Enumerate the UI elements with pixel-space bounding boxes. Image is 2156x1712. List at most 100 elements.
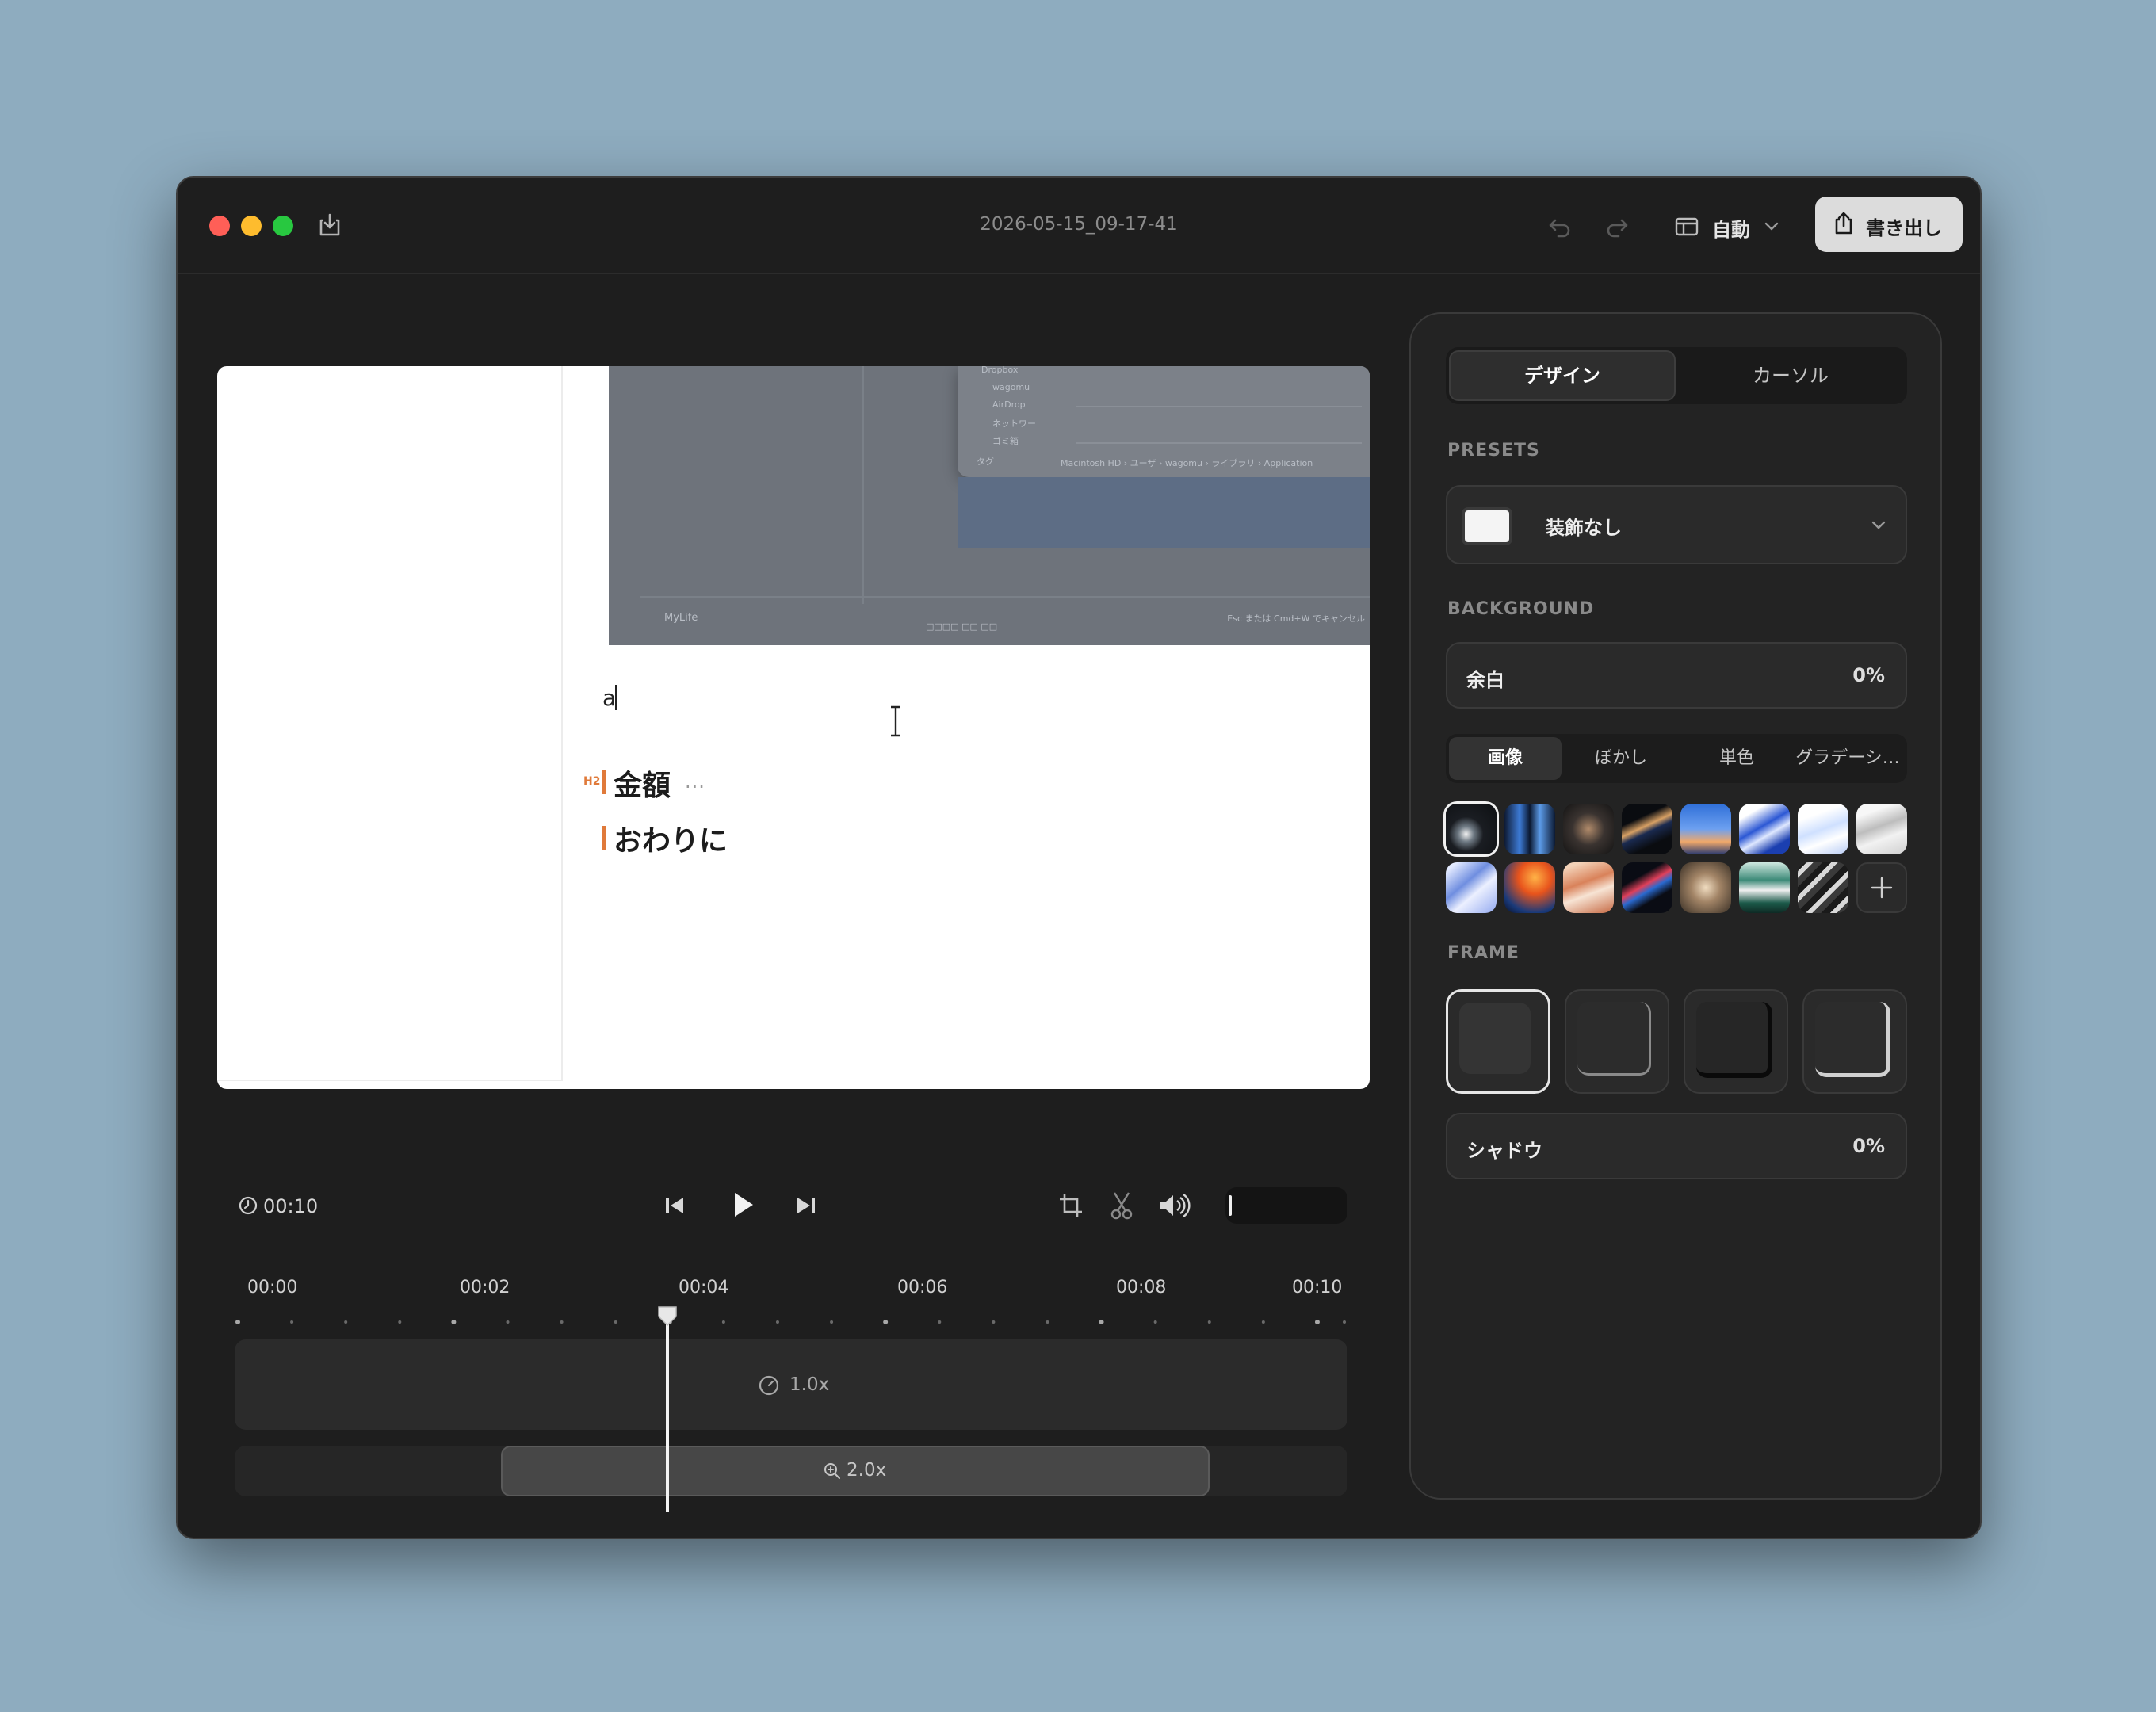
crop-icon[interactable]	[1057, 1192, 1084, 1219]
document-sidebar-pane	[217, 366, 563, 1081]
tab-design[interactable]: デザイン	[1449, 350, 1676, 401]
inspector-panel: デザイン カーソル PRESETS 装飾なし BACKGROUND 余白 0% …	[1409, 312, 1942, 1500]
screenshot-left-pane	[640, 366, 864, 604]
redo-icon[interactable]	[1603, 212, 1631, 241]
wallpaper-thumbnail[interactable]	[1504, 862, 1555, 913]
wallpaper-thumbnail[interactable]	[1680, 862, 1731, 913]
duration-label: 00:10	[263, 1195, 319, 1217]
shadow-label: シャドウ	[1466, 1140, 1542, 1162]
ruler-tick	[992, 1320, 996, 1324]
export-button-label: 書き出し	[1866, 217, 1942, 239]
wallpaper-thumbnail[interactable]	[1798, 804, 1848, 854]
document-title: 2026-05-15_09-17-41	[980, 214, 1178, 235]
wallpaper-thumbnail[interactable]	[1856, 804, 1907, 854]
skip-forward-icon[interactable]	[793, 1192, 820, 1219]
zoom-label: 2.0x	[847, 1460, 887, 1481]
embedded-screenshot: Dropbox wagomu AirDrop ネットワー ゴミ箱 タグ Maci…	[609, 366, 1370, 645]
ruler-tick	[721, 1320, 725, 1324]
padding-value: 0%	[1852, 664, 1885, 686]
bg-tab-gradient[interactable]: グラデーシ…	[1791, 737, 1904, 780]
ruler-tick	[1046, 1320, 1049, 1324]
speed-track[interactable]: 1.0x	[235, 1339, 1348, 1430]
ruler-tick	[1099, 1320, 1104, 1324]
ruler-tick	[1153, 1320, 1157, 1324]
undo-icon[interactable]	[1546, 212, 1574, 241]
volume-slider[interactable]	[1225, 1187, 1348, 1224]
share-icon	[1835, 212, 1852, 235]
screenshot-text: wagomu	[992, 382, 1030, 392]
frame-option-none[interactable]	[1446, 989, 1550, 1094]
tab-cursor[interactable]: カーソル	[1677, 350, 1904, 401]
presets-section-label: PRESETS	[1447, 441, 1540, 460]
layout-mode-label[interactable]: 自動	[1712, 214, 1750, 242]
wallpaper-thumbnail[interactable]	[1739, 862, 1790, 913]
ruler-tick	[235, 1320, 240, 1324]
wallpaper-thumbnail[interactable]	[1739, 804, 1790, 854]
volume-icon[interactable]	[1157, 1190, 1191, 1221]
ruler-tick	[1207, 1320, 1211, 1324]
wallpaper-thumbnail[interactable]	[1622, 804, 1672, 854]
ruler-tick	[1261, 1320, 1265, 1324]
wallpaper-thumbnail[interactable]	[1446, 804, 1497, 854]
timeline-tick-label: 00:10	[1292, 1278, 1343, 1297]
app-window: 2026-05-15_09-17-41 自動 書き出し Dropbox wago…	[176, 176, 1982, 1539]
screenshot-text: MyLife	[664, 612, 698, 624]
background-type-tabs: 画像 ぼかし 単色 グラデーシ…	[1446, 734, 1907, 783]
shadow-slider[interactable]: シャドウ 0%	[1446, 1113, 1907, 1179]
wallpaper-thumbnail[interactable]	[1798, 862, 1848, 913]
screenshot-divider	[1076, 406, 1362, 407]
ruler-tick	[775, 1320, 779, 1324]
scissors-icon[interactable]	[1108, 1190, 1135, 1221]
chevron-down-icon[interactable]	[1763, 217, 1780, 235]
ruler-tick	[398, 1320, 402, 1324]
wallpaper-thumbnail[interactable]	[1446, 862, 1497, 913]
play-icon[interactable]	[726, 1189, 758, 1221]
ruler-tick	[883, 1320, 889, 1324]
preset-dropdown[interactable]: 装飾なし	[1446, 485, 1907, 564]
export-button[interactable]: 書き出し	[1815, 197, 1963, 252]
wallpaper-thumbnail[interactable]	[1622, 862, 1672, 913]
bg-tab-blur[interactable]: ぼかし	[1565, 737, 1677, 780]
layout-icon[interactable]	[1672, 212, 1701, 241]
screenshot-finder-window: Dropbox wagomu AirDrop ネットワー ゴミ箱 タグ Maci…	[958, 366, 1370, 477]
playhead-handle[interactable]	[656, 1305, 679, 1327]
wallpaper-thumbnail[interactable]	[1563, 862, 1614, 913]
ruler-tick	[830, 1320, 834, 1324]
ruler-tick	[1343, 1320, 1346, 1324]
heading-kingaku: 金額	[614, 770, 671, 802]
screenshot-path-bar: Macintosh HD › ユーザ › wagomu › ライブラリ › Ap…	[1061, 458, 1313, 468]
frame-option-light-border[interactable]	[1565, 989, 1669, 1094]
screenshot-blue-area	[958, 477, 1370, 548]
ibeam-cursor-icon	[891, 705, 900, 737]
timeline-tick-label: 00:08	[1116, 1278, 1167, 1297]
timeline-tick-label: 00:02	[460, 1278, 510, 1297]
zoom-segment[interactable]: 2.0x	[501, 1446, 1210, 1496]
title-bar: 2026-05-15_09-17-41 自動 書き出し	[178, 178, 1980, 274]
bg-tab-image[interactable]: 画像	[1449, 737, 1562, 780]
skip-back-icon[interactable]	[661, 1192, 688, 1219]
timeline-ruler[interactable]	[235, 1319, 1348, 1325]
frame-option-glass-border[interactable]	[1802, 989, 1907, 1094]
preset-value: 装飾なし	[1546, 517, 1622, 539]
timeline-tick-label: 00:00	[247, 1278, 298, 1297]
wallpaper-thumbnail[interactable]	[1504, 804, 1555, 854]
volume-slider-handle[interactable]	[1229, 1195, 1232, 1216]
heading-marker	[602, 826, 606, 850]
ruler-tick	[344, 1320, 348, 1324]
playhead-line[interactable]	[666, 1320, 669, 1512]
plus-icon	[1871, 877, 1893, 899]
add-wallpaper-button[interactable]	[1856, 862, 1907, 913]
frame-option-dark-border[interactable]	[1684, 989, 1788, 1094]
text-caret	[615, 685, 617, 710]
padding-slider[interactable]: 余白 0%	[1446, 642, 1907, 709]
screenshot-divider	[1076, 442, 1362, 444]
bg-tab-solid[interactable]: 単色	[1680, 737, 1793, 780]
shadow-value: 0%	[1852, 1135, 1885, 1157]
preview-canvas[interactable]: Dropbox wagomu AirDrop ネットワー ゴミ箱 タグ Maci…	[217, 366, 1370, 1089]
screenshot-text: ゴミ箱	[992, 436, 1019, 446]
wallpaper-thumbnail[interactable]	[1563, 804, 1614, 854]
ruler-tick	[506, 1320, 510, 1324]
wallpaper-thumbnail[interactable]	[1680, 804, 1731, 854]
screenshot-text: ネットワー	[992, 418, 1036, 429]
ruler-tick	[290, 1320, 294, 1324]
